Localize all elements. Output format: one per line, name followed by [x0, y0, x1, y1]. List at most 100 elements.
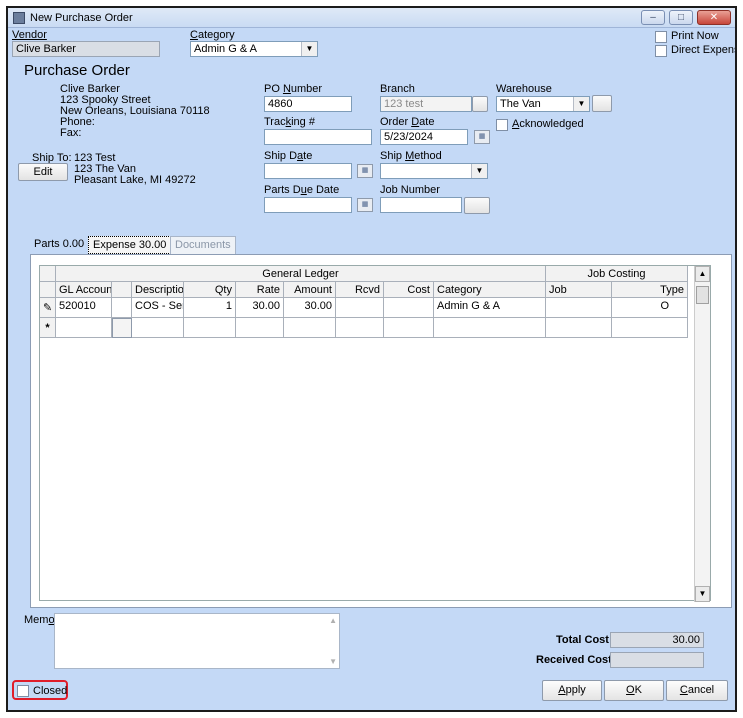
scroll-up-icon[interactable]: ▲: [695, 266, 710, 282]
maximize-button[interactable]: □: [669, 10, 693, 25]
order-date-field[interactable]: 5/23/2024: [380, 129, 468, 145]
column-header[interactable]: [112, 282, 132, 298]
general-ledger-header: General Ledger: [56, 266, 546, 282]
table-cell[interactable]: [612, 318, 688, 338]
tab-parts[interactable]: Parts 0.00: [30, 236, 88, 254]
ship-date-field[interactable]: [264, 163, 352, 179]
branch-lookup-button[interactable]: [472, 96, 488, 112]
row-edit-indicator-icon: ✎: [40, 298, 56, 318]
close-button[interactable]: ✕: [697, 10, 731, 25]
column-header[interactable]: Description: [132, 282, 184, 298]
new-row-indicator-icon: *: [40, 318, 56, 338]
tracking-label: Tracking #: [264, 116, 315, 128]
table-cell[interactable]: [384, 298, 434, 318]
column-header[interactable]: Cost: [384, 282, 434, 298]
column-header[interactable]: Job: [546, 282, 612, 298]
print-now-checkbox[interactable]: [655, 31, 667, 43]
total-cost-label: Total Cost: [556, 634, 609, 646]
ship-to-line: Pleasant Lake, MI 49272: [74, 174, 196, 186]
category-value: Admin G & A: [194, 43, 257, 55]
cancel-button[interactable]: Cancel: [666, 680, 728, 701]
job-lookup-button[interactable]: [464, 197, 490, 214]
total-cost-field: 30.00: [610, 632, 704, 648]
memo-scroll-down-icon[interactable]: ▼: [329, 657, 337, 666]
job-costing-header: Job Costing: [546, 266, 688, 282]
gl-lookup-button[interactable]: [112, 318, 132, 338]
acknowledged-label: Acknowledged: [512, 118, 584, 130]
calendar-icon[interactable]: ▦: [357, 164, 373, 178]
acknowledged-checkbox[interactable]: [496, 119, 508, 131]
scroll-down-icon[interactable]: ▼: [695, 586, 710, 602]
chevron-down-icon[interactable]: ▼: [471, 164, 487, 178]
branch-field[interactable]: 123 test: [380, 96, 472, 112]
tracking-field[interactable]: [264, 129, 372, 145]
order-date-label: Order Date: [380, 116, 435, 128]
vendor-field[interactable]: Clive Barker: [12, 41, 160, 57]
ok-button[interactable]: OK: [604, 680, 664, 701]
calendar-icon[interactable]: ▦: [357, 198, 373, 212]
expense-tab-panel: General Ledger Job Costing GL Account De…: [30, 254, 732, 608]
closed-label: Closed: [33, 685, 68, 697]
received-cost-field: [610, 652, 704, 668]
table-cell[interactable]: 30.00: [236, 298, 284, 318]
column-header[interactable]: Category: [434, 282, 546, 298]
scrollbar-thumb[interactable]: [696, 286, 709, 304]
table-cell[interactable]: [336, 298, 384, 318]
vendor-label: Vendor: [12, 29, 47, 41]
calendar-icon[interactable]: ▦: [474, 130, 490, 144]
table-cell[interactable]: [112, 298, 132, 318]
table-cell[interactable]: O: [612, 298, 688, 318]
table-cell[interactable]: [284, 318, 336, 338]
parts-due-label: Parts Due Date: [264, 184, 340, 196]
tab-documents[interactable]: Documents: [170, 236, 236, 254]
memo-textarea[interactable]: ▲ ▼: [54, 613, 340, 669]
table-cell[interactable]: [184, 318, 236, 338]
table-cell[interactable]: [434, 318, 546, 338]
warehouse-lookup-button[interactable]: [592, 95, 612, 112]
table-cell[interactable]: [132, 318, 184, 338]
category-label: Category: [190, 29, 235, 41]
category-dropdown[interactable]: Admin G & A ▼: [190, 41, 318, 57]
job-number-field[interactable]: [380, 197, 462, 213]
window-title: New Purchase Order: [30, 12, 133, 24]
chevron-down-icon[interactable]: ▼: [301, 42, 317, 56]
row-indicator-header: [40, 282, 56, 298]
direct-expense-label: Direct Expense: [671, 44, 735, 56]
app-icon: [13, 12, 25, 24]
grid-vertical-scrollbar[interactable]: ▲ ▼: [694, 266, 710, 602]
direct-expense-checkbox[interactable]: [655, 45, 667, 57]
table-cell[interactable]: COS - Servi: [132, 298, 184, 318]
table-cell[interactable]: [546, 298, 612, 318]
warehouse-label: Warehouse: [496, 83, 552, 95]
table-cell[interactable]: [546, 318, 612, 338]
warehouse-dropdown[interactable]: The Van ▼: [496, 96, 590, 112]
column-header[interactable]: Amount: [284, 282, 336, 298]
chevron-down-icon[interactable]: ▼: [573, 97, 589, 111]
table-cell[interactable]: Admin G & A: [434, 298, 546, 318]
branch-label: Branch: [380, 83, 415, 95]
warehouse-value: The Van: [500, 98, 541, 110]
table-cell[interactable]: [56, 318, 112, 338]
table-cell[interactable]: 30.00: [284, 298, 336, 318]
table-cell[interactable]: 1: [184, 298, 236, 318]
ship-method-dropdown[interactable]: ▼: [380, 163, 488, 179]
minimize-button[interactable]: –: [641, 10, 665, 25]
parts-due-date-field[interactable]: [264, 197, 352, 213]
apply-button[interactable]: Apply: [542, 680, 602, 701]
closed-checkbox[interactable]: [17, 685, 29, 697]
table-cell[interactable]: [336, 318, 384, 338]
column-header[interactable]: Qty: [184, 282, 236, 298]
column-header[interactable]: Rate: [236, 282, 284, 298]
column-header[interactable]: Rcvd: [336, 282, 384, 298]
job-number-label: Job Number: [380, 184, 440, 196]
column-header[interactable]: GL Account: [56, 282, 112, 298]
memo-scroll-up-icon[interactable]: ▲: [329, 616, 337, 625]
tab-expense[interactable]: Expense 30.00: [88, 236, 172, 254]
table-cell[interactable]: 520010: [56, 298, 112, 318]
table-cell[interactable]: [384, 318, 434, 338]
column-header[interactable]: Type: [612, 282, 688, 298]
edit-ship-to-button[interactable]: Edit: [18, 163, 68, 181]
table-cell[interactable]: [236, 318, 284, 338]
po-number-field[interactable]: 4860: [264, 96, 352, 112]
memo-label: Memo: [24, 614, 55, 626]
